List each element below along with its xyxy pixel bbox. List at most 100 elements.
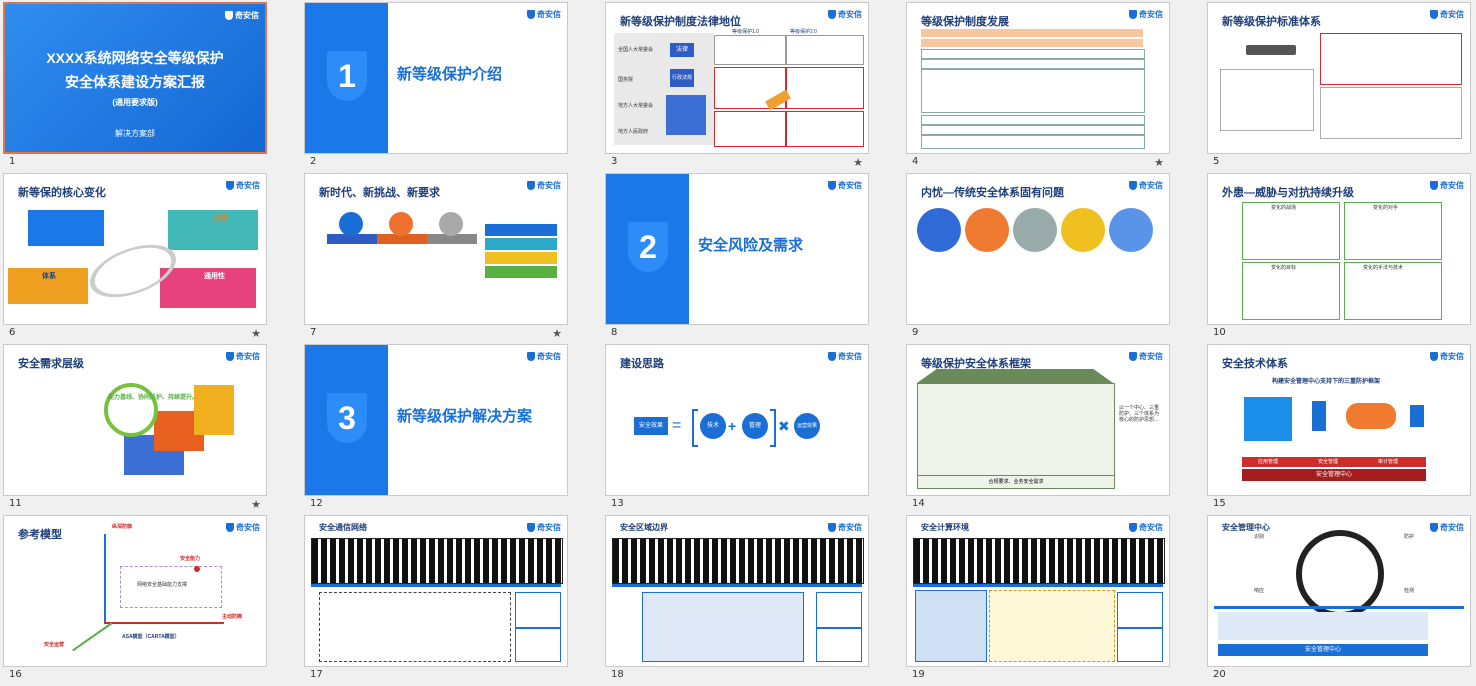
logo: 奇安信 bbox=[527, 522, 561, 533]
axis-label: 安全能力 bbox=[180, 556, 201, 562]
cover-title-line2: 安全体系建设方案汇报 bbox=[65, 74, 205, 90]
terminal-block bbox=[1410, 405, 1424, 427]
logo-text: 奇安信 bbox=[1440, 181, 1464, 190]
slide-canvas: 新时代、新挑战、新要求 奇安信 bbox=[304, 173, 568, 325]
bracket-icon bbox=[770, 409, 776, 447]
slide-thumbnail-7[interactable]: 新时代、新挑战、新要求 奇安信 7 ★ bbox=[304, 173, 568, 344]
slide-thumbnail-3[interactable]: 新等级保护制度法律地位 奇安信 全国人大常委会 国务院 地方人大常委会 地方人民… bbox=[605, 2, 869, 173]
slide-number: 6 bbox=[9, 327, 16, 338]
callout-keyword: 外延 bbox=[214, 215, 228, 222]
regulation-box: 行政法规 bbox=[670, 69, 694, 87]
slide-thumbnail-9[interactable]: 内忧—传统安全体系固有问题 奇安信 9 bbox=[906, 173, 1170, 344]
shield-icon bbox=[226, 523, 234, 532]
roof-graphic bbox=[917, 369, 1113, 383]
slide-thumbnail-15[interactable]: 安全技术体系 奇安信 构建安全管理中心支持下的三重防护框架 应用管理 安全管理 … bbox=[1207, 344, 1471, 515]
timeline-bar bbox=[921, 135, 1145, 149]
shield-icon bbox=[828, 10, 836, 19]
logo-text: 奇安信 bbox=[1440, 523, 1464, 532]
slide-canvas: 安全需求层级 奇安信 能力基线、协同防护、持续提升。 bbox=[3, 344, 267, 496]
logo-text: 奇安信 bbox=[1139, 181, 1163, 190]
section-number: 2 bbox=[628, 222, 668, 272]
logo-text: 奇安信 bbox=[236, 181, 260, 190]
shield-icon bbox=[1129, 352, 1137, 361]
slide-title: 等级保护制度发展 bbox=[921, 16, 1009, 28]
star-icon: ★ bbox=[251, 499, 261, 511]
compute-zone bbox=[915, 590, 987, 662]
slide-thumbnail-6[interactable]: 新等保的核心变化 奇安信 外延 体系 通用性 6 ★ bbox=[3, 173, 267, 344]
timeline-bar bbox=[921, 59, 1145, 69]
slide-thumbnail-13[interactable]: 建设思路 奇安信 安全效果 = 技术 + 管理 ✖ 运营效果 13 bbox=[605, 344, 869, 515]
panel: 变化的目标 bbox=[1242, 262, 1340, 320]
rules-box bbox=[666, 95, 706, 135]
slide-thumbnail-1[interactable]: 奇安信 XXXX系统网络安全等级保护 安全体系建设方案汇报 (通用要求版) 解决… bbox=[3, 2, 267, 173]
slide-subtitle: 构建安全管理中心支持下的三重防护框架 bbox=[1272, 379, 1381, 385]
slide-thumbnail-19[interactable]: 安全计算环境 奇安信 19 bbox=[906, 515, 1170, 686]
axis-line bbox=[104, 622, 224, 624]
label: 国务院 bbox=[618, 77, 634, 83]
slide-number: 20 bbox=[1213, 669, 1226, 680]
slide-canvas: 2 安全风险及需求 奇安信 bbox=[605, 173, 869, 325]
arrow-band bbox=[485, 224, 557, 236]
slide-number: 11 bbox=[9, 498, 22, 509]
slide-thumbnail-8[interactable]: 2 安全风险及需求 奇安信 8 bbox=[605, 173, 869, 344]
cube-graphic bbox=[1244, 397, 1292, 441]
logo: 奇安信 bbox=[828, 522, 862, 533]
law-box: 法律 bbox=[670, 43, 694, 57]
standard-group bbox=[1320, 33, 1462, 85]
slide-title: 内忧—传统安全体系固有问题 bbox=[921, 187, 1064, 199]
text-block bbox=[714, 35, 786, 65]
slide-number: 13 bbox=[611, 498, 624, 509]
slide-sorter-grid: 奇安信 XXXX系统网络安全等级保护 安全体系建设方案汇报 (通用要求版) 解决… bbox=[0, 0, 1476, 684]
shield-icon bbox=[828, 352, 836, 361]
shield-icon bbox=[226, 352, 234, 361]
label: 全国人大常委会 bbox=[618, 47, 654, 53]
slide-thumbnail-11[interactable]: 安全需求层级 奇安信 能力基线、协同防护、持续提升。 11 ★ bbox=[3, 344, 267, 515]
divider bbox=[612, 584, 862, 587]
slide-thumbnail-4[interactable]: 等级保护制度发展 奇安信 4 ★ bbox=[906, 2, 1170, 173]
side-panel bbox=[816, 592, 862, 628]
cover-title: XXXX系统网络安全等级保护 安全体系建设方案汇报 bbox=[5, 46, 265, 94]
slide-thumbnail-16[interactable]: 参考模型 奇安信 纵深防御 安全能力 主动防御 安全运营 ASA模型（CARTA… bbox=[3, 515, 267, 686]
axis-label: 安全运营 bbox=[44, 642, 65, 648]
slide-number: 14 bbox=[912, 498, 925, 509]
slide-thumbnail-14[interactable]: 等级保护安全体系框架 奇安信 合规要求、业务安全需求 以一个中心、三重防护、三个… bbox=[906, 344, 1170, 515]
callout-keyword: 通用性 bbox=[204, 273, 225, 280]
slide-canvas: 1 新等级保护介绍 奇安信 bbox=[304, 2, 568, 154]
text-block bbox=[786, 35, 864, 65]
slide-thumbnail-2[interactable]: 1 新等级保护介绍 奇安信 2 bbox=[304, 2, 568, 173]
logo: 奇安信 bbox=[1430, 522, 1464, 533]
text-block bbox=[714, 111, 786, 147]
center-bar: 安全管理中心 bbox=[1242, 469, 1426, 481]
step-block bbox=[194, 385, 234, 435]
section-number: 1 bbox=[327, 51, 367, 101]
logo-text: 奇安信 bbox=[236, 352, 260, 361]
slide-thumbnail-18[interactable]: 安全区域边界 奇安信 18 bbox=[605, 515, 869, 686]
arrow-band bbox=[485, 238, 557, 250]
timeline-table bbox=[921, 69, 1145, 113]
divider bbox=[913, 584, 1163, 587]
shield-icon bbox=[1129, 523, 1137, 532]
slide-thumbnail-5[interactable]: 新等级保护标准体系 奇安信 5 bbox=[1207, 2, 1471, 173]
slide-title: 安全技术体系 bbox=[1222, 358, 1288, 370]
slide-canvas: 新等级保护标准体系 奇安信 bbox=[1207, 2, 1471, 154]
slide-thumbnail-12[interactable]: 3 新等级保护解决方案 奇安信 12 bbox=[304, 344, 568, 515]
slide-canvas: 奇安信 XXXX系统网络安全等级保护 安全体系建设方案汇报 (通用要求版) 解决… bbox=[3, 2, 267, 154]
logo-text: 奇安信 bbox=[838, 181, 862, 190]
slide-thumbnail-10[interactable]: 外患—威胁与对抗持续升级 奇安信 变化的战场 变化的对手 变化的目标 变化的手法… bbox=[1207, 173, 1471, 344]
shield-icon bbox=[1129, 10, 1137, 19]
formula-result: 安全效果 bbox=[634, 417, 668, 435]
panel-title: 变化的手法与技术 bbox=[1363, 265, 1404, 271]
slide-thumbnail-20[interactable]: 安全管理中心 奇安信 识别 防护 检测 响应 安全管理中心 20 bbox=[1207, 515, 1471, 686]
shield-icon bbox=[527, 523, 535, 532]
logo-text: 奇安信 bbox=[838, 10, 862, 19]
slide-thumbnail-17[interactable]: 安全通信网络 奇安信 17 bbox=[304, 515, 568, 686]
ring-label: 响应 bbox=[1254, 588, 1265, 594]
mgmt-label: 安全管理 bbox=[1318, 459, 1339, 465]
capability-matrix bbox=[612, 538, 864, 584]
capability-matrix bbox=[311, 538, 563, 584]
section-number: 3 bbox=[327, 393, 367, 443]
slide-canvas: 安全管理中心 奇安信 识别 防护 检测 响应 安全管理中心 bbox=[1207, 515, 1471, 667]
shield-icon bbox=[1430, 523, 1438, 532]
label: 地方人大常委会 bbox=[618, 103, 654, 109]
standard-group bbox=[1220, 69, 1314, 131]
